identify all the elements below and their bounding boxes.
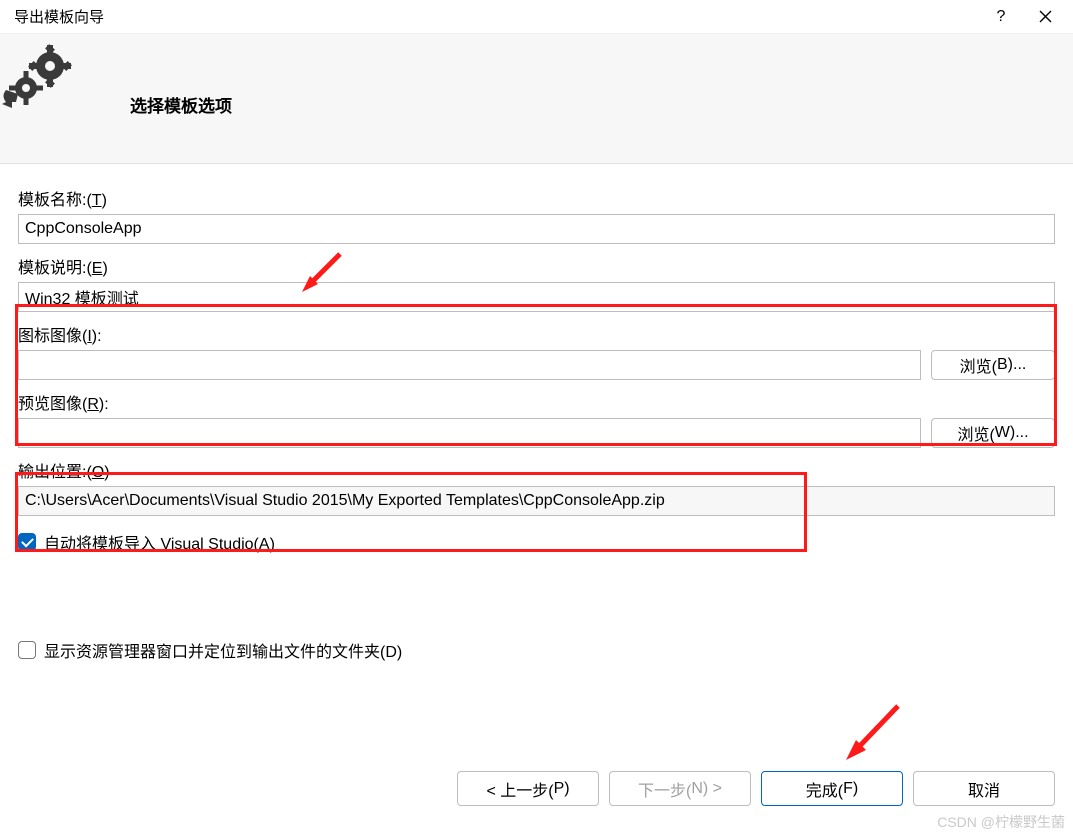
template-desc-input[interactable]: [18, 282, 1055, 312]
titlebar: 导出模板向导 ?: [0, 0, 1073, 34]
output-location-label: 输出位置:(O): [18, 458, 1055, 482]
output-location-input[interactable]: [18, 486, 1055, 516]
wizard-body: 模板名称:(T) 模板说明:(E) 图标图像(I): 浏览(B)... 预览图像…: [0, 164, 1073, 662]
show-explorer-label: 显示资源管理器窗口并定位到输出文件的文件夹(D): [44, 638, 402, 662]
show-explorer-checkbox[interactable]: [18, 641, 36, 659]
template-name-label: 模板名称:(T): [18, 186, 1055, 210]
close-button[interactable]: [1023, 1, 1067, 33]
preview-browse-button[interactable]: 浏览(W)...: [931, 418, 1055, 448]
icon-image-label: 图标图像(I):: [18, 322, 1055, 346]
icon-image-input[interactable]: [18, 350, 921, 380]
template-desc-label: 模板说明:(E): [18, 254, 1055, 278]
auto-import-checkbox[interactable]: [18, 533, 36, 551]
show-explorer-checkbox-row[interactable]: 显示资源管理器窗口并定位到输出文件的文件夹(D): [18, 638, 1055, 662]
page-title: 选择模板选项: [130, 92, 232, 117]
auto-import-label: 自动将模板导入 Visual Studio(A): [44, 530, 275, 554]
next-button: 下一步(N) >: [609, 771, 751, 806]
template-name-input[interactable]: [18, 214, 1055, 244]
help-button[interactable]: ?: [979, 1, 1023, 33]
titlebar-controls: ?: [979, 1, 1067, 33]
cancel-button[interactable]: 取消: [913, 771, 1055, 806]
previous-button[interactable]: < 上一步(P): [457, 771, 599, 806]
watermark: CSDN @柠檬野生菌: [937, 812, 1065, 832]
preview-image-input[interactable]: [18, 418, 921, 448]
close-icon: [1039, 10, 1052, 23]
wizard-header: 选择模板选项: [0, 34, 1073, 164]
auto-import-checkbox-row[interactable]: 自动将模板导入 Visual Studio(A): [18, 530, 1055, 554]
finish-button[interactable]: 完成(F): [761, 771, 903, 806]
gears-icon: [0, 44, 90, 114]
icon-browse-button[interactable]: 浏览(B)...: [931, 350, 1055, 380]
preview-image-label: 预览图像(R):: [18, 390, 1055, 414]
wizard-button-bar: < 上一步(P) 下一步(N) > 完成(F) 取消: [457, 771, 1055, 806]
annotation-arrow-finish: [840, 700, 910, 770]
window-title: 导出模板向导: [14, 6, 104, 27]
